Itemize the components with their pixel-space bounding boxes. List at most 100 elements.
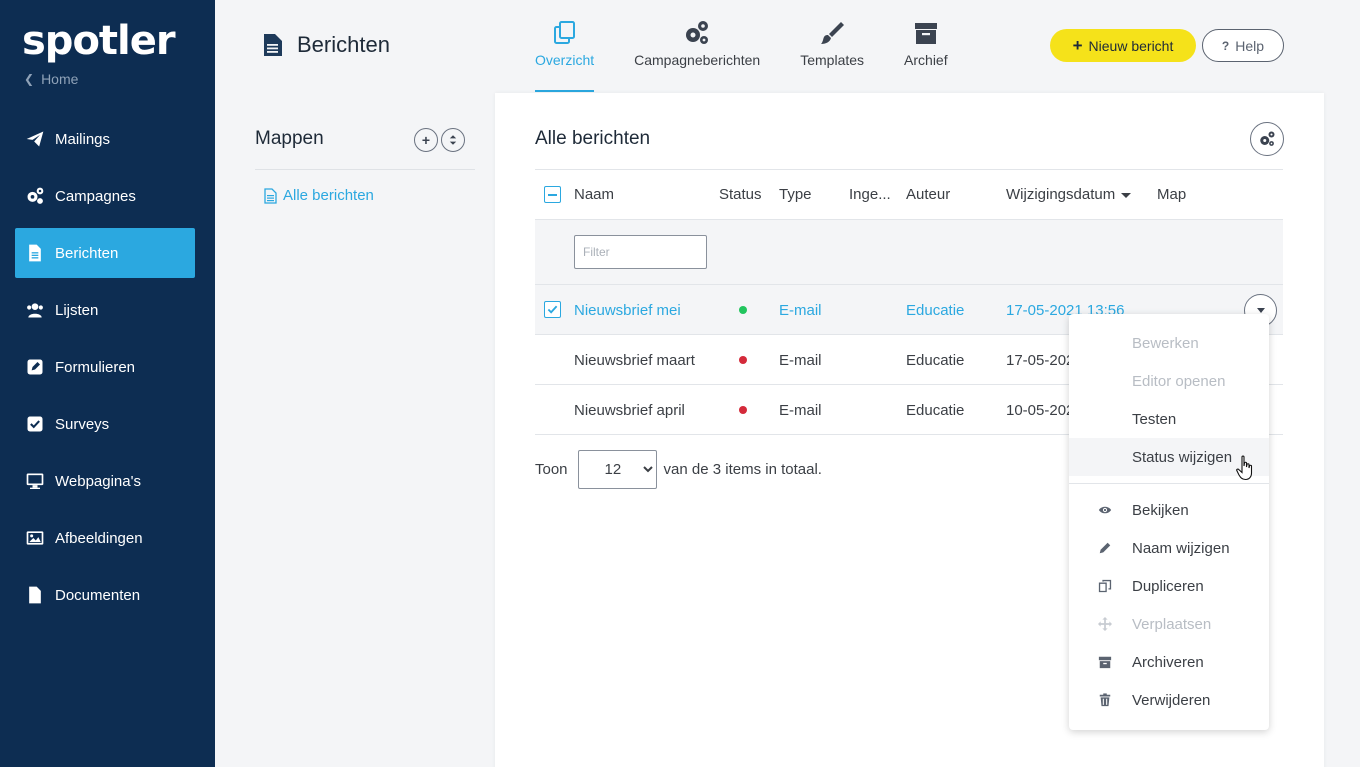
sidebar-item-campagnes[interactable]: Campagnes [15, 171, 195, 221]
menu-item-verwijderen[interactable]: Verwijderen [1069, 681, 1269, 719]
page-title: Berichten [263, 32, 390, 58]
menu-item-editor-openen[interactable]: Editor openen [1069, 362, 1269, 400]
cogs-icon [686, 21, 709, 44]
menu-item-bekijken[interactable]: Bekijken [1069, 491, 1269, 529]
column-header-auteur[interactable]: Auteur [906, 186, 950, 203]
check-icon [547, 305, 558, 314]
status-dot-green [739, 306, 747, 314]
status-indicator [739, 285, 747, 335]
sidebar-item-label: Documenten [55, 586, 141, 604]
sidebar-item-formulieren[interactable]: Formulieren [15, 342, 195, 392]
column-header-map[interactable]: Map [1157, 186, 1186, 203]
sidebar-item-label: Mailings [55, 130, 111, 148]
message-date: 17-05-202 [1006, 351, 1075, 369]
users-icon [25, 300, 45, 320]
help-button[interactable]: ? Help [1202, 29, 1284, 62]
select-all-checkbox[interactable] [544, 186, 561, 203]
card-title: Alle berichten [535, 128, 651, 149]
status-indicator [739, 335, 747, 385]
eye-icon [1097, 502, 1113, 518]
column-header-wijzigingsdatum[interactable]: Wijzigingsdatum [1006, 186, 1132, 203]
column-settings-button[interactable] [1250, 122, 1284, 156]
menu-item-bewerken[interactable]: Bewerken [1069, 324, 1269, 362]
plus-icon: + [421, 132, 431, 148]
move-icon [1097, 616, 1113, 632]
message-author: Educatie [906, 351, 965, 369]
menu-item-label: Testen [1132, 410, 1177, 428]
message-name[interactable]: Nieuwsbrief maart [574, 335, 695, 385]
archive-icon [914, 23, 937, 44]
sidebar-item-documenten[interactable]: Documenten [15, 570, 195, 620]
tab-label: Campagneberichten [634, 52, 761, 68]
image-icon [25, 528, 45, 548]
menu-item-label: Naam wijzigen [1132, 539, 1230, 557]
tab-label: Templates [800, 52, 865, 68]
tab-overzicht[interactable]: Overzicht [535, 0, 595, 92]
menu-item-archiveren[interactable]: Archiveren [1069, 643, 1269, 681]
folders-title: Mappen [255, 128, 324, 149]
sidebar-item-mailings[interactable]: Mailings [15, 114, 195, 164]
tab-templates[interactable]: Templates [800, 0, 864, 92]
home-link-label: Home [41, 71, 79, 87]
sidebar-item-surveys[interactable]: Surveys [15, 399, 195, 449]
check-square-icon [25, 414, 45, 434]
sidebar-item-label: Berichten [55, 244, 119, 262]
menu-item-label: Editor openen [1132, 372, 1226, 390]
trash-icon [1097, 692, 1113, 708]
column-header-ingepland[interactable]: Inge... [849, 186, 891, 203]
new-message-button[interactable]: + Nieuw bericht [1050, 29, 1196, 62]
message-name[interactable]: Nieuwsbrief april [574, 385, 685, 435]
sidebar-item-label: Surveys [55, 415, 110, 433]
sidebar-item-lijsten[interactable]: Lijsten [15, 285, 195, 335]
sort-folders-button[interactable] [441, 128, 465, 152]
paint-brush-icon [821, 22, 845, 44]
desktop-icon [25, 471, 45, 491]
divider [1069, 483, 1269, 484]
chevron-down-icon [1256, 308, 1265, 313]
home-link[interactable]: ❮ Home [24, 71, 78, 87]
plus-icon: + [1072, 35, 1083, 55]
header-tabs: Overzicht Campagneberichten Templates Ar… [520, 0, 988, 92]
sidebar-item-label: Campagnes [55, 187, 136, 205]
sidebar-item-label: Formulieren [55, 358, 136, 376]
menu-item-label: Bekijken [1132, 501, 1189, 519]
pencil-icon [1097, 540, 1113, 556]
pencil-square-icon [25, 357, 45, 377]
sidebar-item-label: Afbeeldingen [55, 529, 143, 547]
pagination: Toon 12 van de 3 items in totaal. [535, 450, 822, 489]
message-type[interactable]: E-mail [779, 285, 822, 335]
name-filter-input[interactable] [574, 235, 707, 269]
menu-item-label: Dupliceren [1132, 577, 1204, 595]
sidebar-item-label: Lijsten [55, 301, 99, 319]
page-title-text: Berichten [297, 32, 390, 57]
status-dot-red [739, 356, 747, 364]
spotler-logo[interactable]: spotler [22, 18, 176, 64]
menu-item-testen[interactable]: Testen [1069, 400, 1269, 438]
divider [535, 169, 1283, 170]
row-checkbox[interactable] [544, 301, 561, 318]
sidebar-item-webpaginas[interactable]: Webpagina's [15, 456, 195, 506]
folder-item-all[interactable]: Alle berichten [264, 187, 374, 204]
message-author: Educatie [906, 401, 965, 419]
tab-campagneberichten[interactable]: Campagneberichten [634, 0, 760, 92]
menu-item-dupliceren[interactable]: Dupliceren [1069, 567, 1269, 605]
sidebar-item-berichten[interactable]: Berichten [15, 228, 195, 278]
column-header-type[interactable]: Type [779, 186, 812, 203]
message-author[interactable]: Educatie [906, 285, 964, 335]
sort-desc-icon [1121, 192, 1132, 198]
divider [255, 169, 475, 170]
chevron-left-icon: ❮ [24, 72, 35, 86]
menu-item-label: Bewerken [1132, 334, 1199, 352]
message-name[interactable]: Nieuwsbrief mei [574, 285, 681, 335]
pager-summary: van de 3 items in totaal. [663, 461, 822, 478]
menu-item-naam-wijzigen[interactable]: Naam wijzigen [1069, 529, 1269, 567]
sidebar: spotler ❮ Home Mailings Campagnes Berich… [0, 0, 215, 767]
tab-archief[interactable]: Archief [904, 0, 948, 92]
question-icon: ? [1221, 38, 1230, 53]
add-folder-button[interactable]: + [414, 128, 438, 152]
menu-item-verplaatsen[interactable]: Verplaatsen [1069, 605, 1269, 643]
column-header-status[interactable]: Status [719, 186, 762, 203]
column-header-naam[interactable]: Naam [574, 186, 614, 203]
sidebar-item-afbeeldingen[interactable]: Afbeeldingen [15, 513, 195, 563]
page-size-select[interactable]: 12 [577, 450, 657, 489]
